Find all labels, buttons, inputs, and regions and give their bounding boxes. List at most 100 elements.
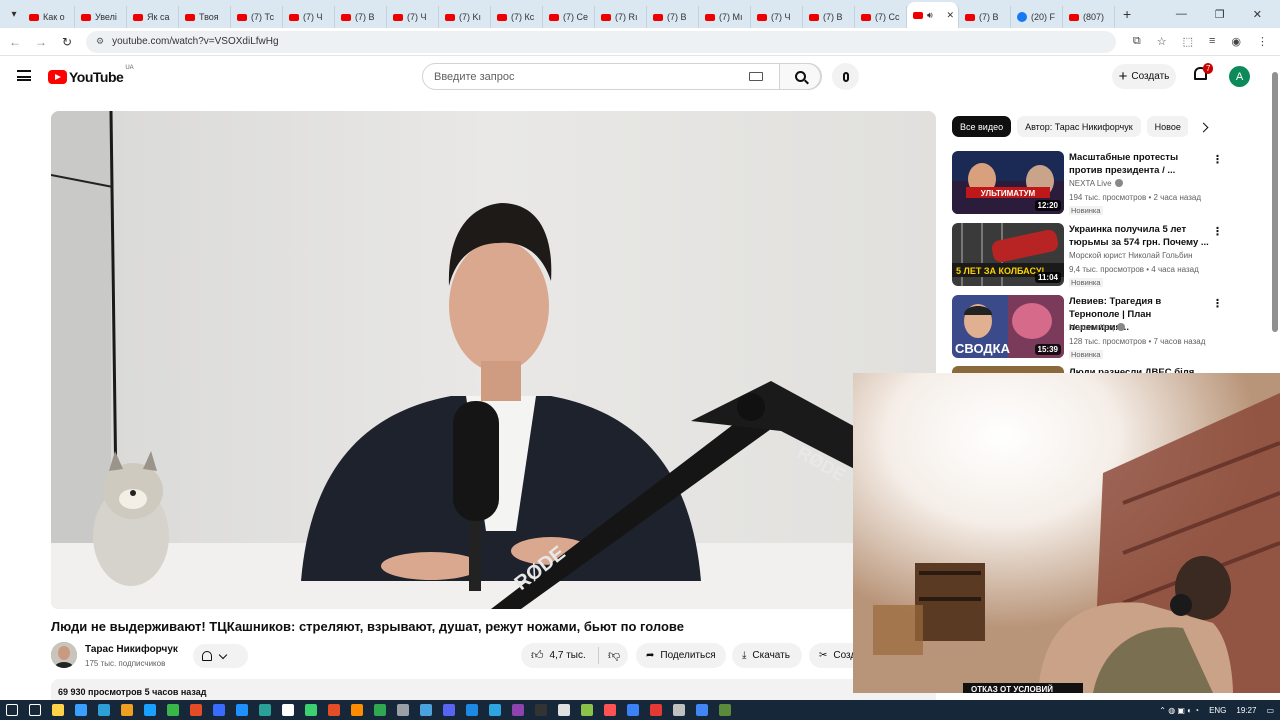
taskbar-app-icon[interactable] (695, 704, 708, 716)
account-avatar[interactable]: A (1229, 66, 1250, 87)
taskbar-app-icon[interactable] (212, 704, 225, 716)
site-info-icon[interactable]: ⚙ (96, 36, 104, 47)
install-app-icon[interactable]: ⧉ (1133, 35, 1141, 48)
taskbar-app-icon[interactable] (603, 704, 616, 716)
browser-tab[interactable]: (7) Mı (699, 6, 751, 28)
browser-tab[interactable]: (7) В (959, 6, 1011, 28)
close-window-icon[interactable]: ✕ (1253, 8, 1262, 21)
back-icon[interactable]: ← (4, 35, 26, 49)
page-scrollbar[interactable] (1270, 60, 1280, 700)
taskbar-app-icon[interactable] (143, 704, 156, 716)
browser-tab[interactable]: Увелі (75, 6, 127, 28)
notification-center-icon[interactable]: ▭ (1266, 706, 1274, 715)
clock[interactable]: 19:27 (1236, 706, 1256, 715)
more-options-icon[interactable]: ⋮ (1212, 297, 1223, 310)
like-button[interactable]: 👍︎ 4,7 тыс. (521, 647, 599, 664)
keyboard-icon[interactable] (749, 72, 763, 81)
tray-icons[interactable]: ⌃ ◍ ▣ ◐ ◔ (1159, 706, 1199, 715)
search-input[interactable] (423, 70, 743, 83)
taskbar-search-icon[interactable] (28, 704, 41, 716)
taskbar-app-icon[interactable] (419, 704, 432, 716)
url-field[interactable]: ⚙ youtube.com/watch?v=VSOXdiLfwHg (86, 30, 1116, 53)
taskbar-app-icon[interactable] (580, 704, 593, 716)
more-options-icon[interactable]: ⋮ (1212, 225, 1223, 238)
browser-tab[interactable]: (7) Ч (751, 6, 803, 28)
browser-menu-icon[interactable]: ⋮ (1257, 35, 1268, 48)
extensions-icon[interactable]: ⬚ (1183, 35, 1193, 48)
new-tab-button[interactable]: + (1123, 6, 1131, 22)
bookmark-star-icon[interactable]: ☆ (1157, 35, 1167, 48)
profile-icon[interactable]: ◉ (1231, 35, 1241, 48)
taskbar-app-icon[interactable] (511, 704, 524, 716)
search-button[interactable] (779, 63, 821, 90)
recommendation-item[interactable]: УЛЬТИМАТУМ 12:20 Масштабные протесты про… (952, 151, 1232, 215)
taskbar-app-icon[interactable] (557, 704, 570, 716)
browser-tab[interactable]: (7) Kı (439, 6, 491, 28)
video-thumbnail[interactable]: СВОДКА 15:39 (952, 295, 1064, 358)
browser-tab[interactable]: (7) Тс (231, 6, 283, 28)
browser-tab[interactable]: (7) Rı (595, 6, 647, 28)
create-button[interactable]: + Создать (1112, 64, 1176, 89)
browser-tab[interactable]: (7) Се (543, 6, 595, 28)
reading-list-icon[interactable]: ≡ (1209, 35, 1215, 48)
close-tab-icon[interactable]: ✕ (946, 10, 954, 21)
taskbar-app-icon[interactable] (327, 704, 340, 716)
taskbar-app-icon[interactable] (396, 704, 409, 716)
audio-playing-icon[interactable]: 🔊︎ (927, 10, 933, 21)
taskbar-app-icon[interactable] (534, 704, 547, 716)
browser-tab[interactable]: (7) В (803, 6, 855, 28)
browser-tab[interactable]: (7) В (335, 6, 387, 28)
chip-new[interactable]: Новое (1146, 116, 1188, 137)
voice-search-button[interactable] (832, 63, 859, 90)
browser-tab[interactable]: (807) (1063, 6, 1115, 28)
forward-icon[interactable]: → (30, 35, 52, 49)
video-thumbnail[interactable]: УЛЬТИМАТУМ 12:20 (952, 151, 1064, 214)
browser-tab[interactable]: (7) Кс (491, 6, 543, 28)
taskbar-app-icon[interactable] (166, 704, 179, 716)
youtube-logo[interactable]: YouTube UA (48, 65, 134, 85)
taskbar-app-icon[interactable] (350, 704, 363, 716)
reload-icon[interactable]: ↻ (56, 35, 78, 49)
browser-tab-active[interactable]: 🔊︎ ✕ (907, 2, 959, 28)
scrollbar-thumb[interactable] (1272, 72, 1278, 332)
taskbar-app-icon[interactable] (672, 704, 685, 716)
taskbar-app-icon[interactable] (120, 704, 133, 716)
browser-tab[interactable]: Твоя (179, 6, 231, 28)
more-options-icon[interactable]: ⋮ (1212, 153, 1223, 166)
chevron-right-icon[interactable] (1198, 122, 1209, 133)
taskbar-app-icon[interactable] (488, 704, 501, 716)
subscribed-notifications-button[interactable] (193, 644, 248, 668)
guide-menu-icon[interactable] (17, 70, 31, 81)
video-player[interactable]: RØDE RØDE (51, 111, 936, 609)
dislike-button[interactable]: 👎︎ (599, 648, 620, 663)
start-icon[interactable] (5, 704, 18, 716)
browser-tab[interactable]: (7) Ч (387, 6, 439, 28)
channel-avatar[interactable] (51, 642, 77, 668)
notifications-button[interactable]: 7 (1194, 63, 1214, 83)
browser-tab[interactable]: (20) F (1011, 6, 1063, 28)
share-button[interactable]: ➦ Поделиться (636, 643, 726, 668)
browser-tab[interactable]: Как о (23, 6, 75, 28)
channel-name[interactable]: Тарас Никифорчук (85, 644, 178, 655)
taskbar-app-icon[interactable] (74, 704, 87, 716)
browser-tab[interactable]: (7) Сс (855, 6, 907, 28)
minimize-icon[interactable]: — (1176, 8, 1187, 20)
chip-from-author[interactable]: Автор: Тарас Никифорчук (1017, 116, 1141, 137)
taskbar-app-icon[interactable] (235, 704, 248, 716)
taskbar-app-icon[interactable] (649, 704, 662, 716)
taskbar-app-icon[interactable] (281, 704, 294, 716)
taskbar-app-icon[interactable] (304, 704, 317, 716)
browser-tab[interactable]: Як са (127, 6, 179, 28)
maximize-icon[interactable]: ❐ (1215, 8, 1225, 21)
recommendation-item[interactable]: 5 ЛЕТ ЗА КОЛБАСУ! 11:04 Украинка получил… (952, 223, 1232, 287)
chip-all-videos[interactable]: Все видео (952, 116, 1012, 137)
taskbar-app-icon[interactable] (97, 704, 110, 716)
language-indicator[interactable]: ENG (1209, 706, 1226, 715)
taskbar-app-icon[interactable] (373, 704, 386, 716)
taskbar-app-icon[interactable] (442, 704, 455, 716)
recommendation-item[interactable]: СВОДКА 15:39 Левиев: Трагедия в Тернопол… (952, 295, 1232, 359)
download-button[interactable]: ⤓ Скачать (732, 643, 802, 668)
browser-tab[interactable]: (7) Ч (283, 6, 335, 28)
taskbar-app-icon[interactable] (626, 704, 639, 716)
taskbar-app-icon[interactable] (465, 704, 478, 716)
